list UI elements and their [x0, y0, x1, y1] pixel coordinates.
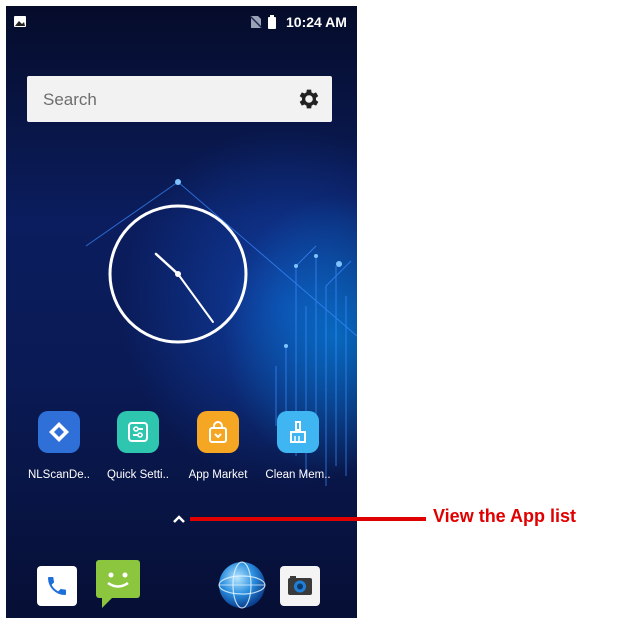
- battery-icon: [268, 15, 276, 29]
- app-market[interactable]: App Market: [178, 411, 258, 481]
- phone-icon[interactable]: [45, 574, 69, 598]
- analog-clock-widget[interactable]: [106, 202, 250, 346]
- chevron-up-icon[interactable]: [172, 514, 186, 524]
- app-label: Quick Setti..: [107, 469, 169, 481]
- phone-app[interactable]: [37, 566, 77, 606]
- app-clean-memory[interactable]: Clean Mem..: [258, 411, 338, 481]
- image-notification-icon: [14, 16, 26, 27]
- camera-icon[interactable]: [287, 575, 313, 597]
- annotation-pointer-line: [190, 517, 426, 521]
- search-bar[interactable]: Search: [27, 76, 332, 122]
- clock-minute-hand: [177, 273, 214, 323]
- app-nlscan-demo[interactable]: NLScanDe..: [19, 411, 99, 481]
- app-label: NLScanDe..: [27, 469, 90, 481]
- phone-screen: 10:24 AM Search NLScanDe.. Quick Setti..…: [6, 6, 357, 618]
- annotation-label: View the App list: [433, 506, 577, 526]
- app-shortcuts-row: NLScanDe.. Quick Setti.. App Market Clea…: [6, 411, 357, 491]
- app-label: App Market: [188, 469, 248, 481]
- status-time: 10:24 AM: [286, 14, 347, 30]
- camera-app[interactable]: [280, 566, 320, 606]
- dock: [6, 556, 357, 618]
- messages-icon[interactable]: [94, 558, 142, 610]
- gear-icon[interactable]: [296, 86, 322, 112]
- status-bar: 10:24 AM: [6, 6, 357, 38]
- no-sim-icon: [250, 15, 262, 29]
- search-placeholder[interactable]: Search: [43, 90, 97, 110]
- app-market-bag-icon[interactable]: [197, 411, 239, 453]
- globe-icon[interactable]: [217, 560, 267, 610]
- app-quick-settings[interactable]: Quick Setti..: [98, 411, 178, 481]
- quick-settings-icon[interactable]: [117, 411, 159, 453]
- clock-hour-hand: [154, 252, 180, 276]
- clean-memory-broom-icon[interactable]: [277, 411, 319, 453]
- nlscan-demo-icon[interactable]: [38, 411, 80, 453]
- app-label: Clean Mem..: [265, 469, 331, 481]
